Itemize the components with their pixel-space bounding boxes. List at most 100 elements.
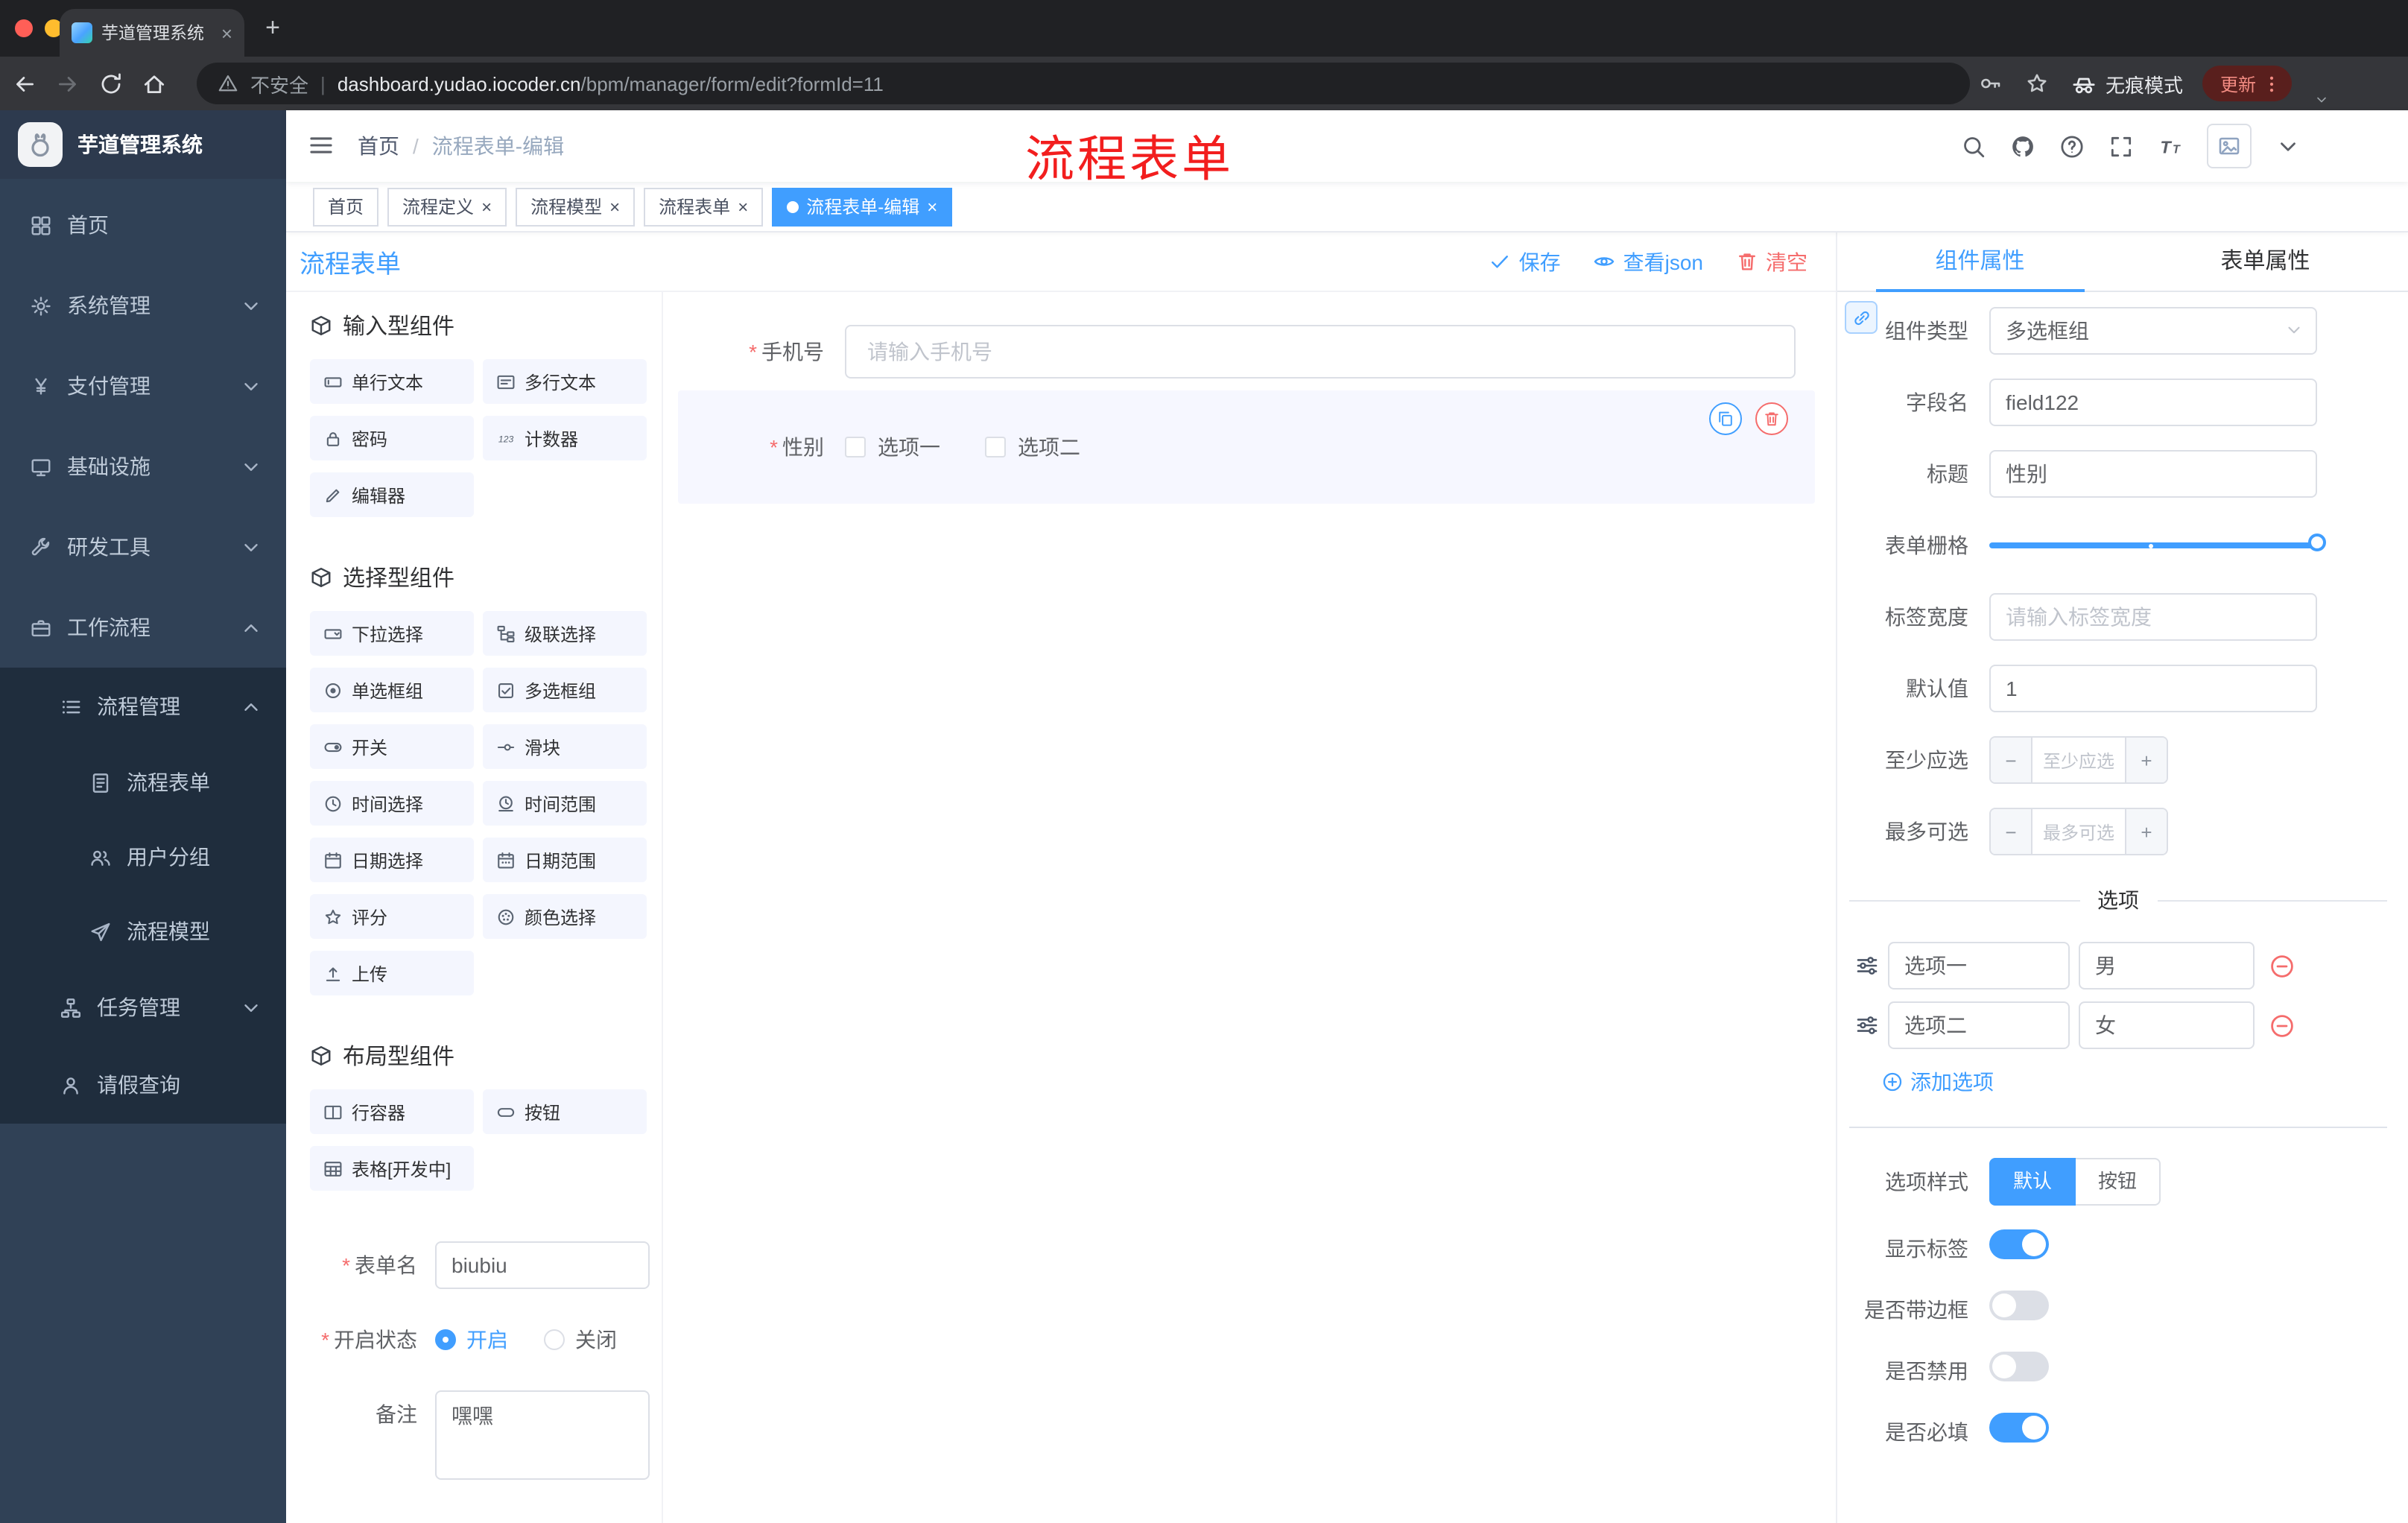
sidebar-item-home[interactable]: 首页	[0, 185, 286, 265]
remove-option-button[interactable]	[2269, 1013, 2295, 1038]
save-button[interactable]: 保存	[1489, 247, 1561, 276]
delete-component-button[interactable]	[1755, 402, 1788, 435]
label-width-input[interactable]	[1989, 593, 2317, 641]
chip-select[interactable]: 下拉选择	[310, 611, 474, 656]
increase-button[interactable]: +	[2125, 809, 2167, 854]
user-avatar[interactable]	[2207, 124, 2252, 168]
fullscreen-icon[interactable]	[2108, 133, 2134, 159]
chip-time-picker[interactable]: 时间选择	[310, 781, 474, 826]
avatar-caret-icon[interactable]	[2275, 133, 2301, 159]
title-input[interactable]	[1989, 450, 2317, 498]
home-icon[interactable]	[142, 71, 167, 96]
security-label[interactable]: 不安全	[250, 69, 308, 98]
increase-button[interactable]: +	[2125, 738, 2167, 782]
form-canvas[interactable]: *手机号 *性别 选项一 选项二	[663, 292, 1836, 1523]
sidebar-item-leave-query[interactable]: 请假查询	[0, 1046, 286, 1124]
tag-home[interactable]: 首页	[313, 187, 379, 226]
new-tab-button[interactable]: +	[256, 12, 289, 45]
sidebar-item-payment[interactable]: 支付管理	[0, 346, 286, 426]
sidebar-item-infra[interactable]: 基础设施	[0, 426, 286, 507]
chip-cascader[interactable]: 级联选择	[483, 611, 647, 656]
view-json-button[interactable]: 查看json	[1594, 247, 1703, 276]
slider-handle[interactable]	[2308, 533, 2326, 551]
chip-password[interactable]: 密码	[310, 416, 474, 460]
tab-component-props[interactable]: 组件属性	[1837, 232, 2123, 291]
default-value-input[interactable]	[1989, 665, 2317, 712]
chip-editor[interactable]: 编辑器	[310, 472, 474, 517]
chip-single-text[interactable]: 单行文本	[310, 359, 474, 404]
chip-button[interactable]: 按钮	[483, 1089, 647, 1134]
sidebar-item-devtools[interactable]: 研发工具	[0, 507, 286, 587]
chip-date-picker[interactable]: 日期选择	[310, 838, 474, 882]
font-size-icon[interactable]: TT	[2158, 133, 2183, 159]
option-value-input[interactable]	[2079, 1001, 2255, 1049]
help-icon[interactable]	[2059, 133, 2085, 159]
option-name-input[interactable]	[1888, 942, 2070, 990]
browser-update-button[interactable]: 更新	[2202, 66, 2293, 101]
toolbar-caret-icon[interactable]	[2314, 92, 2329, 107]
chip-rate[interactable]: 评分	[310, 894, 474, 939]
search-icon[interactable]	[1961, 133, 1986, 159]
tag-process-model[interactable]: 流程模型 ×	[516, 187, 636, 226]
max-select-input[interactable]: 最多可选	[2032, 809, 2125, 854]
window-close-button[interactable]	[15, 19, 33, 37]
chip-radio-group[interactable]: 单选框组	[310, 668, 474, 712]
sidebar-item-system[interactable]: 系统管理	[0, 265, 286, 346]
style-default-button[interactable]: 默认	[1989, 1158, 2076, 1206]
gender-field[interactable]: * 性别 选项一 选项二	[678, 420, 1815, 474]
remark-textarea[interactable]: 嘿嘿	[435, 1390, 650, 1480]
tag-process-form[interactable]: 流程表单 ×	[644, 187, 764, 226]
drag-handle-icon[interactable]	[1855, 954, 1879, 978]
tag-close-icon[interactable]: ×	[481, 197, 492, 215]
tab-form-props[interactable]: 表单属性	[2123, 232, 2408, 291]
gender-option1-checkbox[interactable]: 选项一	[845, 432, 940, 462]
sidebar-item-process-management[interactable]: 流程管理	[0, 668, 286, 745]
status-off-radio[interactable]: 关闭	[544, 1325, 617, 1355]
component-type-value[interactable]	[1989, 307, 2317, 355]
app-logo[interactable]: 芋道管理系统	[0, 110, 286, 179]
gender-option2-checkbox[interactable]: 选项二	[985, 432, 1080, 462]
required-switch[interactable]	[1989, 1413, 2049, 1443]
field-name-input[interactable]	[1989, 379, 2317, 426]
phone-field[interactable]: * 手机号	[678, 325, 1796, 379]
min-select-input[interactable]: 至少应选	[2032, 738, 2125, 782]
remove-option-button[interactable]	[2269, 953, 2295, 978]
chip-checkbox-group[interactable]: 多选框组	[483, 668, 647, 712]
clear-button[interactable]: 清空	[1736, 247, 1807, 276]
grid-slider[interactable]	[1989, 522, 2326, 569]
browser-menu-icon[interactable]	[2262, 74, 2281, 93]
option-value-input[interactable]	[2079, 942, 2255, 990]
reload-icon[interactable]	[98, 71, 124, 96]
drag-handle-icon[interactable]	[1855, 1013, 1879, 1037]
style-button-button[interactable]: 按钮	[2076, 1158, 2161, 1206]
address-bar[interactable]: 不安全 | dashboard.yudao.iocoder.cn/bpm/man…	[197, 63, 1970, 104]
selected-component-gender[interactable]: * 性别 选项一 选项二	[678, 390, 1815, 504]
chip-upload[interactable]: 上传	[310, 951, 474, 995]
chip-table[interactable]: 表格[开发中]	[310, 1146, 474, 1191]
browser-tab[interactable]: 芋道管理系统 ×	[60, 9, 244, 57]
breadcrumb-home[interactable]: 首页	[358, 131, 399, 161]
sidebar-item-task-management[interactable]: 任务管理	[0, 969, 286, 1046]
option-name-input[interactable]	[1888, 1001, 2070, 1049]
disabled-switch[interactable]	[1989, 1352, 2049, 1381]
chip-multiline-text[interactable]: 多行文本	[483, 359, 647, 404]
decrease-button[interactable]: −	[1991, 738, 2032, 782]
chip-slider[interactable]: 滑块	[483, 724, 647, 769]
sidebar-item-workflow[interactable]: 工作流程	[0, 587, 286, 668]
decrease-button[interactable]: −	[1991, 809, 2032, 854]
status-on-radio[interactable]: 开启	[435, 1325, 508, 1355]
phone-input[interactable]	[845, 325, 1796, 379]
github-icon[interactable]	[2010, 133, 2035, 159]
tag-close-icon[interactable]: ×	[927, 197, 937, 215]
back-icon[interactable]	[12, 71, 37, 96]
add-option-button[interactable]: 添加选项	[1882, 1067, 2408, 1097]
sidebar-item-user-group[interactable]: 用户分组	[0, 820, 286, 894]
sidebar-item-process-model[interactable]: 流程模型	[0, 894, 286, 969]
copy-component-button[interactable]	[1709, 402, 1742, 435]
border-switch[interactable]	[1989, 1291, 2049, 1320]
tag-process-form-edit[interactable]: 流程表单-编辑 ×	[772, 187, 953, 226]
tab-close-icon[interactable]: ×	[221, 23, 232, 42]
chip-row-container[interactable]: 行容器	[310, 1089, 474, 1134]
forward-icon[interactable]	[55, 71, 80, 96]
password-manager-icon[interactable]	[1979, 72, 2003, 95]
